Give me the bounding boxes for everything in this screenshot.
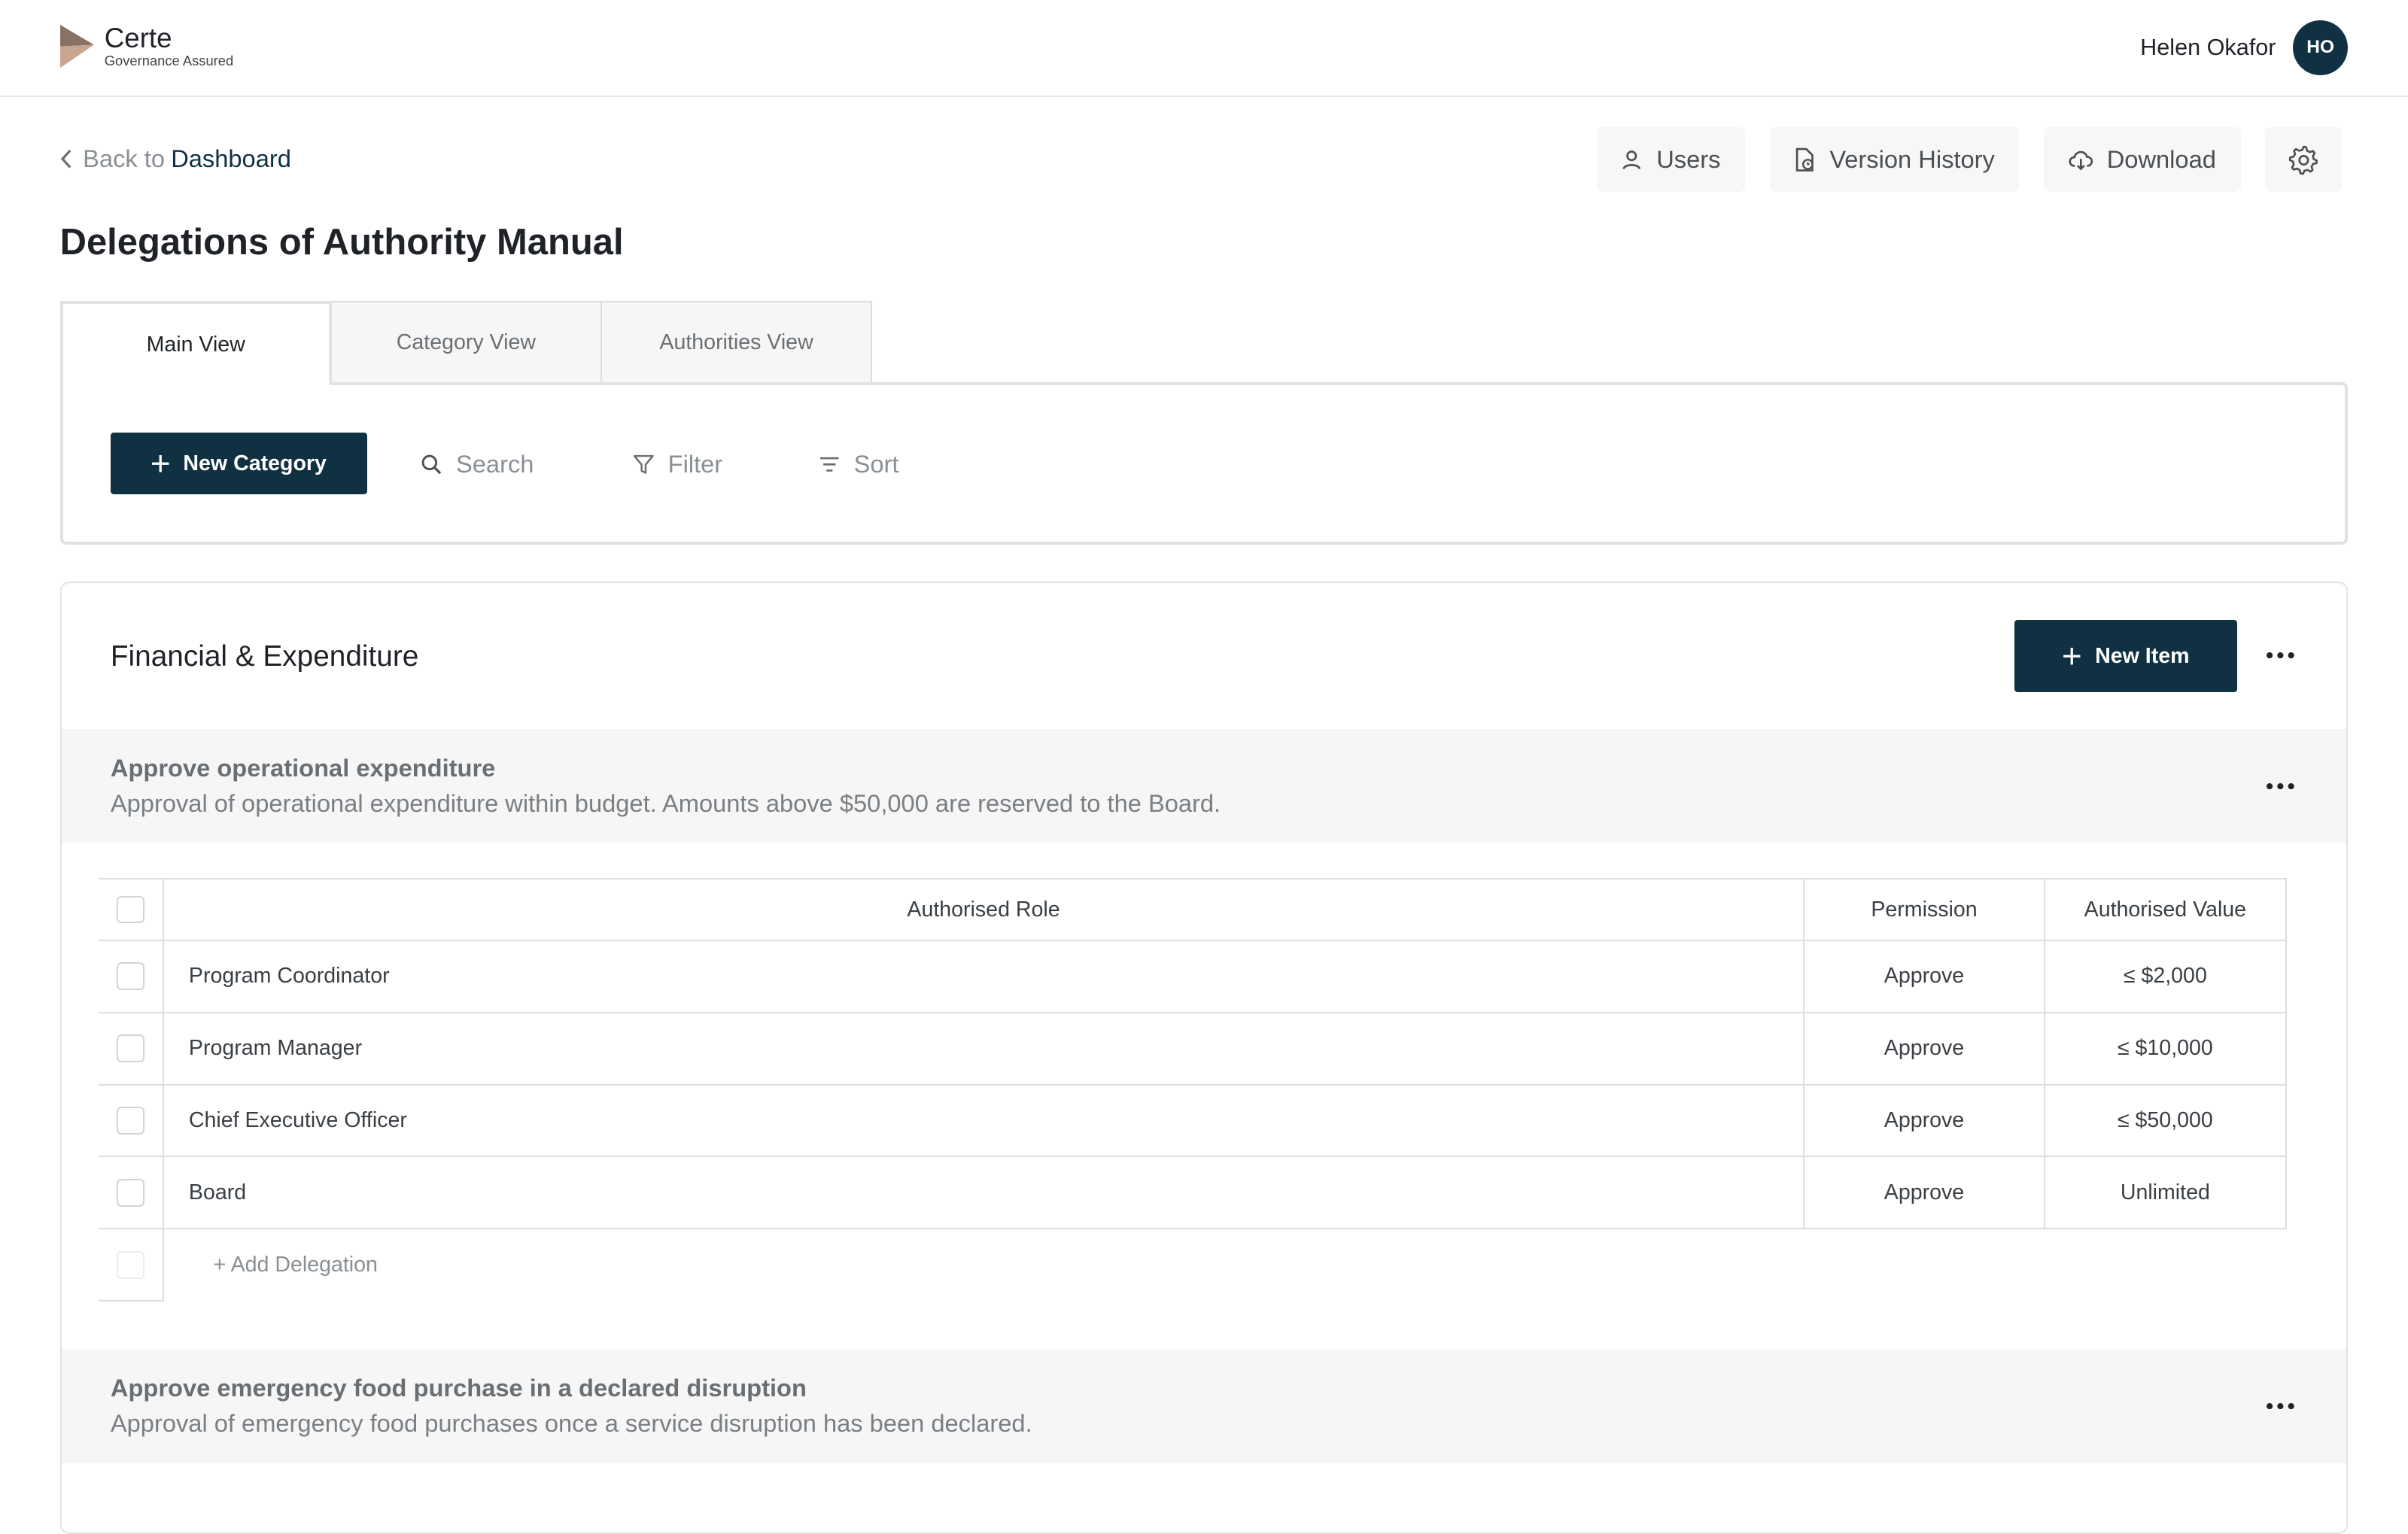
version-history-button[interactable]: Version History (1769, 127, 2020, 193)
row-select-cell (98, 939, 165, 1013)
row-checkbox[interactable] (117, 962, 144, 991)
download-label: Download (2106, 145, 2216, 174)
category-more-button[interactable] (2262, 637, 2299, 674)
search-placeholder: Search (456, 449, 534, 478)
row-select-cell (98, 1011, 165, 1086)
table-row[interactable]: Program Manager Approve ≤ $10,000 (98, 1011, 2287, 1086)
logo[interactable]: Certe Governance Assured (59, 22, 234, 71)
brand-name: Certe (104, 22, 172, 53)
tab-main-view[interactable]: Main View (59, 300, 332, 386)
toolbar: New Category Search Filter Sort (59, 382, 2349, 545)
select-all-checkbox[interactable] (117, 895, 144, 924)
permission-cell[interactable]: Approve (1802, 1011, 2046, 1086)
more-horizontal-icon (2267, 652, 2294, 659)
permission-cell[interactable]: Approve (1802, 939, 2046, 1013)
select-all-cell (98, 878, 165, 941)
table-row[interactable]: Board Approve Unlimited (98, 1156, 2287, 1230)
value-cell[interactable]: ≤ $2,000 (2044, 939, 2287, 1013)
brand-tagline: Governance Assured (104, 53, 234, 69)
new-category-button[interactable]: New Category (110, 433, 367, 495)
table-row[interactable]: Chief Executive Officer Approve ≤ $50,00… (98, 1083, 2287, 1158)
more-horizontal-icon (2267, 1403, 2294, 1410)
column-header-role[interactable]: Authorised Role (163, 878, 1804, 941)
page-title: Delegations of Authority Manual (59, 221, 624, 263)
sort-icon (819, 457, 839, 472)
item-title: Approve emergency food purchase in a dec… (110, 1374, 807, 1402)
new-item-button[interactable]: New Item (2014, 620, 2238, 693)
delegation-table: Authorised Role Permission Authorised Va… (98, 878, 2287, 1302)
user-icon (1622, 150, 1641, 170)
download-button[interactable]: Download (2044, 127, 2241, 193)
value-cell[interactable]: ≤ $50,000 (2044, 1083, 2287, 1158)
column-header-value[interactable]: Authorised Value (2044, 878, 2287, 941)
row-checkbox[interactable] (117, 1179, 144, 1207)
gear-icon (2288, 145, 2318, 175)
item-more-button[interactable] (2262, 767, 2299, 804)
user-name: Helen Okafor (2140, 34, 2276, 60)
item-header[interactable]: Approve operational expenditure Approval… (61, 729, 2347, 843)
add-row-checkbox (117, 1250, 144, 1279)
role-cell[interactable]: Chief Executive Officer (163, 1083, 1804, 1158)
back-prefix: Back to (83, 144, 166, 172)
tab-authorities-view[interactable]: Authorities View (600, 300, 873, 383)
role-cell[interactable]: Program Coordinator (163, 939, 1804, 1013)
chevron-left-icon (60, 149, 71, 169)
cloud-download-icon (2069, 150, 2093, 171)
item-description: Approval of emergency food purchases onc… (110, 1409, 1032, 1438)
table-row[interactable]: Program Coordinator Approve ≤ $2,000 (98, 939, 2287, 1013)
filter-button[interactable]: Filter (633, 450, 722, 478)
settings-button[interactable] (2265, 127, 2343, 193)
row-checkbox[interactable] (117, 1034, 144, 1062)
sort-label: Sort (853, 449, 899, 478)
row-checkbox[interactable] (117, 1107, 144, 1135)
search-input[interactable]: Search (421, 450, 534, 478)
category-title: Financial & Expenditure (110, 639, 419, 673)
filter-icon (633, 454, 654, 474)
version-history-label: Version History (1829, 145, 1995, 174)
value-cell[interactable]: Unlimited (2044, 1156, 2287, 1230)
table-header-row: Authorised Role Permission Authorised Va… (98, 878, 2287, 941)
new-category-label: New Category (183, 451, 327, 475)
role-cell[interactable]: Program Manager (163, 1011, 1804, 1086)
file-history-icon (1796, 147, 1814, 172)
item-more-button[interactable] (2262, 1388, 2299, 1425)
user-menu[interactable]: Helen Okafor HO (2140, 20, 2349, 75)
plus-icon (2063, 648, 2081, 665)
search-icon (421, 454, 442, 474)
tab-category-view[interactable]: Category View (330, 300, 602, 383)
page-actions: Users Version History Download (1572, 127, 2343, 193)
row-select-cell (98, 1156, 165, 1230)
new-item-label: New Item (2095, 643, 2190, 668)
row-select-cell (98, 1083, 165, 1158)
value-cell[interactable]: ≤ $10,000 (2044, 1011, 2287, 1086)
avatar[interactable]: HO (2292, 20, 2349, 75)
dashboard-link[interactable]: Dashboard (171, 144, 291, 173)
view-tabs: Main View Category View Authorities View (59, 300, 873, 386)
role-cell[interactable]: Board (163, 1156, 1804, 1230)
filter-label: Filter (667, 449, 723, 478)
add-row-select-cell (98, 1229, 165, 1302)
users-button[interactable]: Users (1596, 127, 1746, 193)
permission-cell[interactable]: Approve (1802, 1156, 2046, 1230)
top-bar: Certe Governance Assured Helen Okafor HO (0, 0, 2408, 97)
permission-cell[interactable]: Approve (1802, 1083, 2046, 1158)
logo-mark-icon (59, 24, 94, 68)
plus-icon (151, 454, 169, 472)
users-label: Users (1656, 145, 1721, 174)
category-card: Financial & Expenditure New Item Approve… (59, 582, 2349, 1534)
add-delegation-link[interactable]: + Add Delegation (164, 1253, 378, 1277)
add-delegation-row: + Add Delegation (98, 1229, 2286, 1302)
breadcrumb[interactable]: Back to Dashboard (60, 144, 291, 173)
item-title: Approve operational expenditure (110, 753, 496, 782)
sort-button[interactable]: Sort (819, 449, 899, 478)
item-header[interactable]: Approve emergency food purchase in a dec… (61, 1349, 2347, 1463)
column-header-permission[interactable]: Permission (1802, 878, 2046, 941)
more-horizontal-icon (2267, 782, 2294, 789)
item-description: Approval of operational expenditure with… (110, 788, 1221, 817)
